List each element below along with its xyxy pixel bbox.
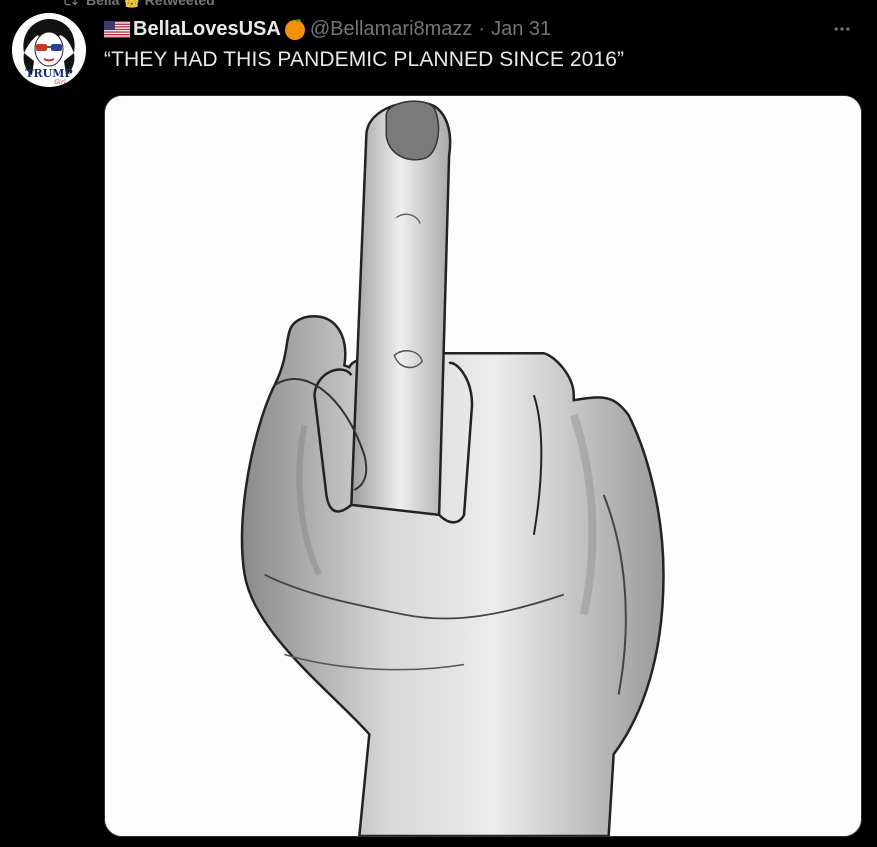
tweet-header: BellaLovesUSA @Bellamari8mazz · Jan 31 bbox=[104, 14, 857, 44]
separator-dot: · bbox=[478, 17, 486, 40]
author-name[interactable]: BellaLovesUSA bbox=[133, 18, 281, 41]
avatar[interactable]: TRUMP Girl bbox=[12, 13, 86, 87]
orange-icon bbox=[284, 18, 306, 40]
avatar-subtext: Girl bbox=[54, 79, 66, 86]
retweet-indicator[interactable]: Bella 👑 Retweeted bbox=[62, 0, 215, 8]
retweet-icon bbox=[64, 0, 78, 6]
tweet-date[interactable]: Jan 31 bbox=[491, 18, 551, 41]
retweet-label: Bella 👑 Retweeted bbox=[86, 0, 215, 9]
author-handle[interactable]: @Bellamari8mazz bbox=[310, 18, 473, 41]
middle-finger-drawing bbox=[105, 96, 861, 836]
tweet-text: “THEY HAD THIS PANDEMIC PLANNED SINCE 20… bbox=[104, 48, 625, 71]
tweet-media[interactable] bbox=[104, 95, 862, 837]
more-icon[interactable] bbox=[827, 16, 857, 42]
us-flag-icon bbox=[104, 20, 130, 38]
